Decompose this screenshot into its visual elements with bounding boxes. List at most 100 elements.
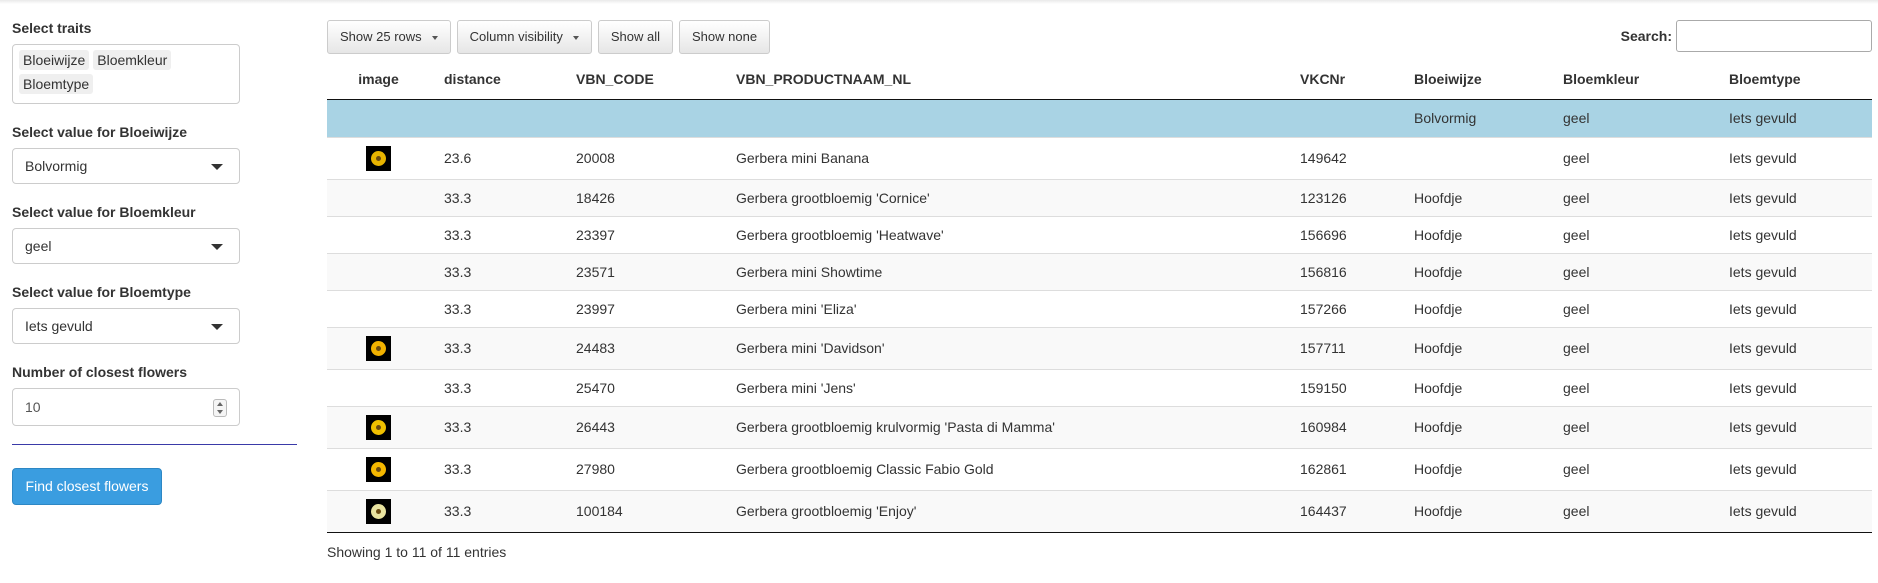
- table-row[interactable]: 33.3 23397 Gerbera grootbloemig 'Heatwave'…: [327, 215, 1872, 253]
- flower-thumbnail-icon: [366, 498, 391, 524]
- flower-core: [376, 424, 381, 430]
- bloeiwijze-value: Bolvormig: [25, 158, 88, 174]
- table-cell: Iets gevuld: [1715, 136, 1872, 179]
- table-info: Showing 1 to 11 of 11 entries: [327, 544, 507, 560]
- table-cell: geel: [1549, 99, 1715, 137]
- table-cell: geel: [1549, 489, 1715, 533]
- table-cell: 33.3: [430, 178, 562, 216]
- image-cell: [327, 447, 430, 490]
- query-row[interactable]: Bolvormig geel Iets gevuld: [327, 99, 1872, 137]
- table-cell: 33.3: [430, 252, 562, 290]
- image-cell: [327, 489, 430, 533]
- flower-core: [376, 508, 381, 514]
- image-cell: [327, 136, 430, 179]
- trait-chip[interactable]: Bloeiwijze: [19, 50, 90, 70]
- table-cell: Hoofdje: [1400, 405, 1549, 448]
- number-label: Number of closest flowers: [12, 364, 188, 380]
- table-cell: [1400, 136, 1549, 179]
- traits-group: Select traits Bloeiwijze Bloemkleur Bloe…: [12, 20, 298, 104]
- caret-down-icon: [211, 244, 223, 250]
- bloemkleur-group: Select value for Bloemkleur geel: [12, 204, 298, 264]
- results-table: image distance VBN_CODE VBN_PRODUCTNAAM_…: [327, 59, 1872, 533]
- column-header[interactable]: Bloeiwijze: [1400, 59, 1549, 100]
- table-cell: geel: [1549, 136, 1715, 179]
- table-row[interactable]: 33.3 23571 Gerbera mini Showtime 156816 Hoof…: [327, 252, 1872, 290]
- table-cell: Gerbera mini 'Jens': [722, 368, 1286, 406]
- table-cell: Iets gevuld: [1715, 215, 1872, 253]
- table-cell: Bolvormig: [1400, 99, 1549, 137]
- table-row[interactable]: 33.3 100184 Gerbera grootbloemig 'Enjoy' 16…: [327, 489, 1872, 533]
- show-none-button[interactable]: Show none: [679, 20, 771, 54]
- dropdown-arrow-icon: [572, 35, 579, 40]
- bloemtype-label: Select value for Bloemtype: [12, 284, 191, 300]
- table-cell: Iets gevuld: [1715, 368, 1872, 406]
- table-cell: Gerbera grootbloemig 'Heatwave': [722, 215, 1286, 253]
- table-row[interactable]: 23.6 20008 Gerbera mini Banana 149642 geel Ie…: [327, 136, 1872, 179]
- table-row[interactable]: 33.3 18426 Gerbera grootbloemig 'Cornice' 1…: [327, 178, 1872, 216]
- table-cell: geel: [1549, 289, 1715, 327]
- bloeiwijze-select[interactable]: Bolvormig: [12, 148, 240, 184]
- table-cell: 33.3: [430, 368, 562, 406]
- table-cell: [722, 99, 1286, 137]
- trait-chip[interactable]: Bloemtype: [19, 74, 94, 94]
- table-cell: 18426: [562, 178, 722, 216]
- table-cell: 24483: [562, 326, 722, 369]
- table-row[interactable]: 33.3 23997 Gerbera mini 'Eliza' 157266 Hoofd…: [327, 289, 1872, 327]
- show-all-button[interactable]: Show all: [597, 20, 673, 54]
- trait-chip[interactable]: Bloemkleur: [93, 50, 172, 70]
- divider: [12, 444, 297, 445]
- table-cell: geel: [1549, 326, 1715, 369]
- table-cell: 123126: [1286, 178, 1400, 216]
- table-cell: 100184: [562, 489, 722, 533]
- traits-multiselect[interactable]: Bloeiwijze Bloemkleur Bloemtype: [12, 44, 240, 104]
- table-cell: 23.6: [430, 136, 562, 179]
- spinner-icon[interactable]: [213, 399, 227, 417]
- column-header[interactable]: Bloemkleur: [1549, 59, 1715, 100]
- column-header[interactable]: image: [327, 59, 430, 100]
- table-cell: Iets gevuld: [1715, 326, 1872, 369]
- table-cell: 26443: [562, 405, 722, 448]
- table-cell: Hoofdje: [1400, 215, 1549, 253]
- column-header[interactable]: Bloemtype: [1715, 59, 1872, 100]
- table-cell: Hoofdje: [1400, 368, 1549, 406]
- table-cell: [562, 99, 722, 137]
- table-cell: Hoofdje: [1400, 326, 1549, 369]
- table-cell: 159150: [1286, 368, 1400, 406]
- table-cell: 20008: [562, 136, 722, 179]
- image-cell: [327, 326, 430, 369]
- table-row[interactable]: 33.3 26443 Gerbera grootbloemig krulvormig…: [327, 405, 1872, 448]
- dropdown-arrow-icon: [431, 35, 438, 40]
- sidebar: Select traits Bloeiwijze Bloemkleur Bloe…: [12, 20, 298, 446]
- column-header[interactable]: distance: [430, 59, 562, 100]
- table-row[interactable]: 33.3 27980 Gerbera grootbloemig Classic Fa…: [327, 447, 1872, 490]
- column-header[interactable]: VBN_PRODUCTNAAM_NL: [722, 59, 1286, 100]
- table-row[interactable]: 33.3 24483 Gerbera mini 'Davidson' 157711 Ho…: [327, 326, 1872, 369]
- search-input[interactable]: [1676, 20, 1872, 52]
- table-cell: Hoofdje: [1400, 252, 1549, 290]
- top-shadow: [0, 0, 1878, 4]
- table-cell: Iets gevuld: [1715, 289, 1872, 327]
- table-cell: 33.3: [430, 215, 562, 253]
- table-cell: Hoofdje: [1400, 178, 1549, 216]
- flower-thumbnail-icon: [366, 456, 391, 482]
- flower-thumbnail-icon: [366, 335, 391, 361]
- bloemtype-select[interactable]: Iets gevuld: [12, 308, 240, 344]
- number-of-flowers-input[interactable]: 10: [12, 388, 240, 426]
- table-header-row: image distance VBN_CODE VBN_PRODUCTNAAM_…: [327, 59, 1872, 100]
- column-header[interactable]: VKCNr: [1286, 59, 1400, 100]
- column-header[interactable]: VBN_CODE: [562, 59, 722, 100]
- show-rows-button[interactable]: Show 25 rows: [327, 20, 451, 54]
- bloemkleur-select[interactable]: geel: [12, 228, 240, 264]
- flower-core: [376, 155, 381, 161]
- table-cell: 157266: [1286, 289, 1400, 327]
- column-visibility-button[interactable]: Column visibility: [456, 20, 592, 54]
- table-cell: Iets gevuld: [1715, 178, 1872, 216]
- image-cell: [327, 368, 430, 406]
- table-cell: Hoofdje: [1400, 489, 1549, 533]
- number-group: Number of closest flowers 10: [12, 364, 298, 426]
- flower-core: [376, 345, 381, 351]
- table-cell: 157711: [1286, 326, 1400, 369]
- image-cell: [327, 178, 430, 216]
- find-closest-flowers-button[interactable]: Find closest flowers: [12, 468, 162, 505]
- table-row[interactable]: 33.3 25470 Gerbera mini 'Jens' 159150 Hoofdj…: [327, 368, 1872, 406]
